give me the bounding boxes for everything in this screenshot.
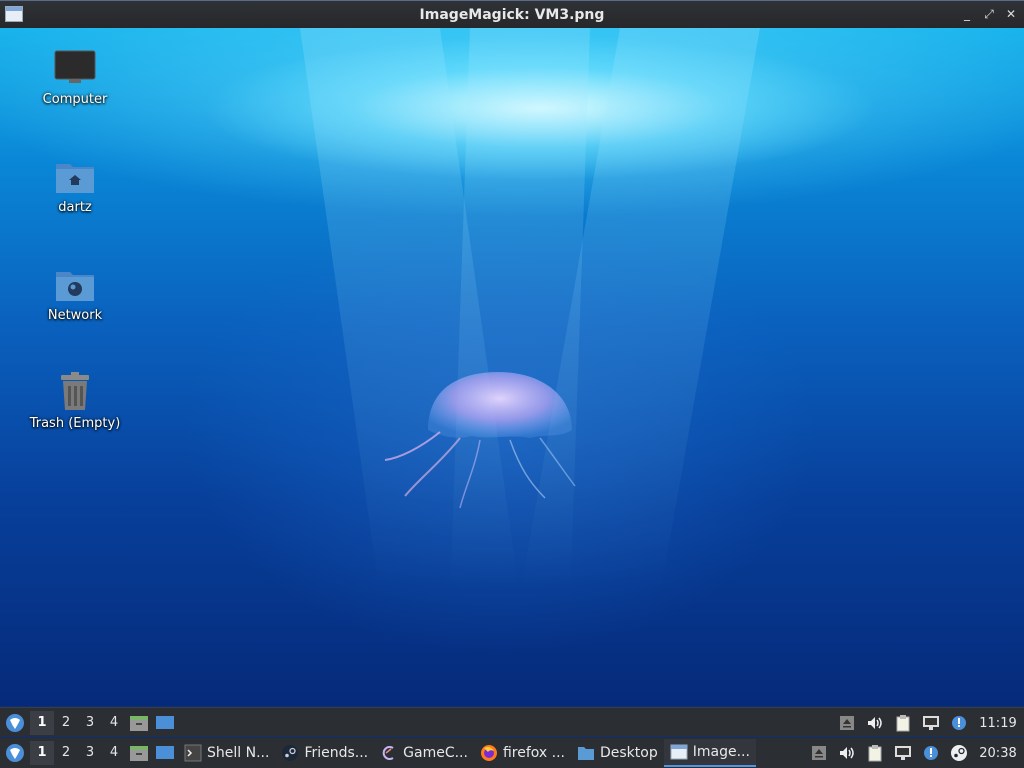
workspace-4[interactable]: 4 <box>102 711 126 735</box>
tray-eject[interactable] <box>808 742 830 764</box>
task-gamecontroller[interactable]: GameC... <box>374 739 474 767</box>
show-desktop-launcher[interactable] <box>152 741 178 765</box>
computer-icon <box>53 48 97 88</box>
task-label: Image... <box>692 744 750 760</box>
tray-update[interactable] <box>948 712 970 734</box>
tray-clipboard[interactable] <box>864 742 886 764</box>
workspace-4[interactable]: 4 <box>102 741 126 765</box>
folder-icon <box>577 747 594 760</box>
panel-clock[interactable]: 20:38 <box>976 746 1020 761</box>
start-menu-button[interactable] <box>0 708 30 738</box>
update-notifier-icon <box>952 716 966 730</box>
eject-icon <box>840 716 854 730</box>
tray-network[interactable] <box>920 712 942 734</box>
panel-clock[interactable]: 11:19 <box>976 716 1020 731</box>
desktop-icon-network[interactable]: Network <box>25 264 125 323</box>
gamecontroller-icon <box>382 746 394 760</box>
clipboard-icon <box>868 745 882 762</box>
task-label: Shell N... <box>207 745 270 761</box>
maximize-button[interactable]: ⤢ <box>982 5 996 23</box>
tray-network[interactable] <box>892 742 914 764</box>
desktop-icon <box>156 746 174 759</box>
tray-clipboard[interactable] <box>892 712 914 734</box>
show-desktop-launcher[interactable] <box>152 711 178 735</box>
panel-top: 1 2 3 4 11:19 <box>0 707 1024 737</box>
steam-icon <box>282 745 299 761</box>
start-menu-button[interactable] <box>0 738 30 768</box>
network-folder-icon <box>53 264 97 304</box>
task-firefox[interactable]: firefox ... <box>474 739 571 767</box>
desktop-icon-trash[interactable]: Trash (Empty) <box>25 372 125 431</box>
desktop-icon-label: Network <box>47 308 103 323</box>
workspace-3[interactable]: 3 <box>78 741 102 765</box>
update-notifier-icon <box>924 746 938 760</box>
network-wired-icon <box>895 746 911 760</box>
volume-icon <box>868 717 882 729</box>
clipboard-icon <box>896 715 910 732</box>
file-manager-launcher[interactable] <box>126 711 152 735</box>
tray-steam[interactable] <box>948 742 970 764</box>
lubuntu-logo-icon <box>6 744 24 762</box>
desktop-icon-label: Computer <box>42 92 108 107</box>
network-wired-icon <box>923 716 939 730</box>
workspace-1[interactable]: 1 <box>30 741 54 765</box>
volume-icon <box>840 747 854 759</box>
tray-update[interactable] <box>920 742 942 764</box>
desktop-icon-label: Trash (Empty) <box>29 416 121 431</box>
window-titlebar[interactable]: ImageMagick: VM3.png _ ⤢ ✕ <box>0 0 1024 28</box>
desktop-icon-home[interactable]: dartz <box>25 156 125 215</box>
workspace-1[interactable]: 1 <box>30 710 54 735</box>
trash-icon <box>53 372 97 412</box>
task-shell[interactable]: Shell N... <box>178 739 275 767</box>
panel-taskbar: 1 2 3 4 Shell N... Friends... GameC... f… <box>0 738 1024 768</box>
file-manager-icon <box>130 746 148 761</box>
desktop-icon-computer[interactable]: Computer <box>25 48 125 107</box>
task-desktop[interactable]: Desktop <box>571 739 664 767</box>
desktop-wallpaper <box>0 28 1024 706</box>
steam-icon <box>951 745 967 761</box>
task-label: Friends... <box>304 745 369 761</box>
tray-volume[interactable] <box>836 742 858 764</box>
file-manager-launcher[interactable] <box>126 741 152 765</box>
task-label: GameC... <box>403 745 468 761</box>
workspace-3[interactable]: 3 <box>78 711 102 735</box>
imagemagick-app-icon <box>5 6 23 22</box>
terminal-icon <box>184 744 202 762</box>
file-manager-icon <box>130 715 148 731</box>
imagemagick-icon <box>670 744 688 760</box>
tray-eject[interactable] <box>836 712 858 734</box>
workspace-2[interactable]: 2 <box>54 741 78 765</box>
desktop-icon-label: dartz <box>58 200 92 215</box>
jellyfish-image <box>384 372 576 509</box>
eject-icon <box>812 746 826 760</box>
task-label: firefox ... <box>502 745 565 761</box>
desktop-icon <box>156 715 174 729</box>
task-imagemagick[interactable]: Image... <box>663 739 756 767</box>
workspace-2[interactable]: 2 <box>54 711 78 735</box>
window-title: ImageMagick: VM3.png <box>419 6 605 23</box>
task-friends[interactable]: Friends... <box>275 739 374 767</box>
task-label: Desktop <box>599 745 658 761</box>
close-button[interactable]: ✕ <box>1004 5 1018 23</box>
minimize-button[interactable]: _ <box>960 5 974 23</box>
lubuntu-logo-icon <box>6 713 24 732</box>
firefox-icon <box>480 745 497 761</box>
home-folder-icon <box>53 156 97 196</box>
tray-volume[interactable] <box>864 712 886 734</box>
